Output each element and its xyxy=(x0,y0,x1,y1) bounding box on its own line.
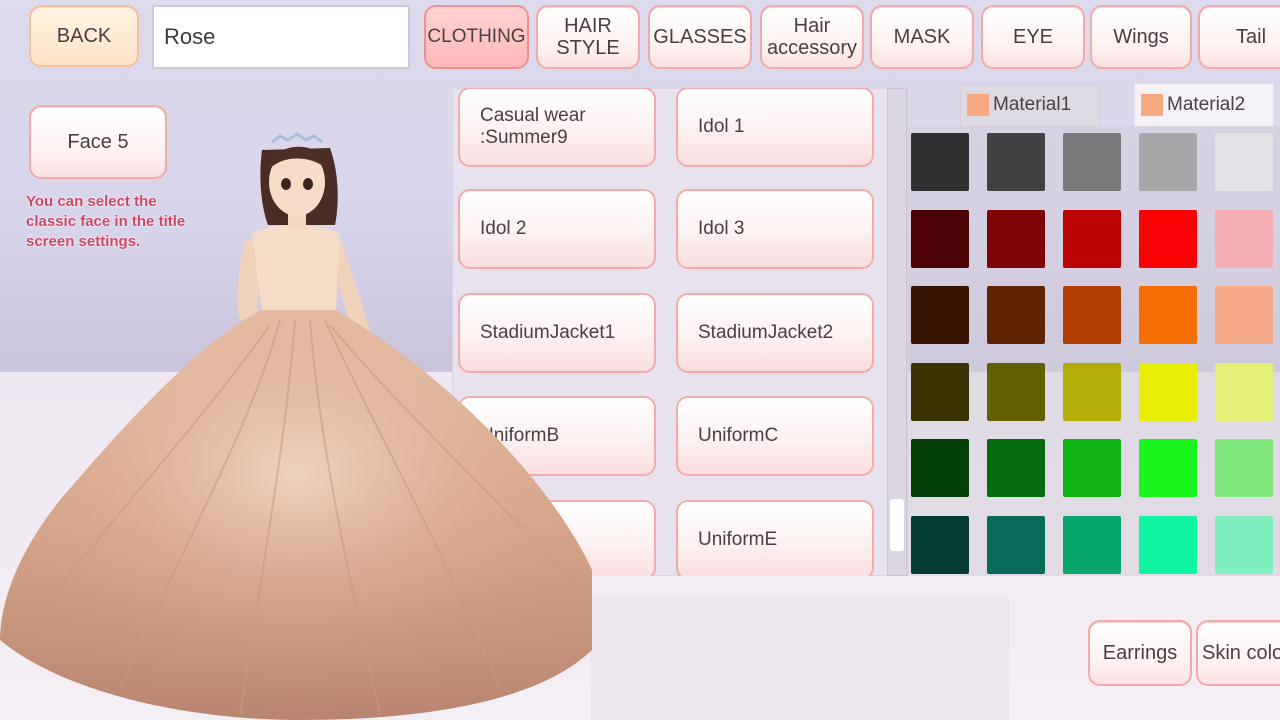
material-color-swatch xyxy=(967,94,989,116)
color-swatch[interactable] xyxy=(1215,133,1273,191)
material1-tab[interactable]: Material1 xyxy=(960,83,1100,127)
color-swatch[interactable] xyxy=(911,209,969,268)
back-button[interactable]: BACK xyxy=(29,5,139,67)
color-swatch[interactable] xyxy=(1215,439,1273,497)
tab-mask[interactable]: MASK xyxy=(870,5,974,69)
tiara-icon xyxy=(271,132,323,144)
color-swatch[interactable] xyxy=(1215,515,1273,574)
earrings-button[interactable]: Earrings xyxy=(1088,620,1192,686)
floor-panel xyxy=(590,598,1010,720)
color-swatch[interactable] xyxy=(1139,133,1197,191)
clothing-item[interactable]: Idol 3 xyxy=(676,189,874,269)
color-swatch[interactable] xyxy=(911,515,969,574)
tab-glasses[interactable]: GLASSES xyxy=(648,5,752,69)
color-swatch[interactable] xyxy=(1139,515,1197,574)
tab-hair-style[interactable]: HAIR STYLE xyxy=(536,5,640,69)
color-swatch[interactable] xyxy=(987,515,1045,574)
right-eye xyxy=(303,178,313,190)
skirt-sparkle xyxy=(0,310,592,720)
color-swatch[interactable] xyxy=(911,439,969,497)
skin-color-button[interactable]: Skin color xyxy=(1196,620,1280,686)
color-swatch[interactable] xyxy=(987,286,1045,344)
scrollbar-thumb[interactable] xyxy=(890,499,904,551)
color-swatch[interactable] xyxy=(911,286,969,344)
color-palette-panel xyxy=(908,126,1280,576)
tab-hair-accessory[interactable]: Hair accessory xyxy=(760,5,864,69)
color-swatch[interactable] xyxy=(1063,515,1121,574)
bodice xyxy=(252,225,340,312)
material2-label: Material2 xyxy=(1167,94,1246,115)
tab-tail[interactable]: Tail xyxy=(1198,5,1280,69)
color-swatch[interactable] xyxy=(1215,286,1273,344)
material2-tab[interactable]: Material2 xyxy=(1134,83,1274,127)
tab-wings[interactable]: Wings xyxy=(1090,5,1192,69)
color-swatch[interactable] xyxy=(987,439,1045,497)
color-swatch[interactable] xyxy=(1139,439,1197,497)
color-swatch[interactable] xyxy=(1215,362,1273,421)
character-name-input[interactable] xyxy=(152,5,410,69)
tab-clothing[interactable]: CLOTHING xyxy=(424,5,529,69)
color-swatch[interactable] xyxy=(1063,209,1121,268)
color-swatch[interactable] xyxy=(1139,286,1197,344)
clothing-list-scrollbar[interactable] xyxy=(887,88,907,576)
color-swatch[interactable] xyxy=(987,133,1045,191)
color-swatch[interactable] xyxy=(1063,133,1121,191)
clothing-item[interactable]: StadiumJacket2 xyxy=(676,293,874,373)
color-swatch[interactable] xyxy=(987,362,1045,421)
color-swatch[interactable] xyxy=(911,362,969,421)
clothing-item[interactable]: Idol 1 xyxy=(676,88,874,167)
tab-eye[interactable]: EYE xyxy=(981,5,1085,69)
color-swatch[interactable] xyxy=(1063,362,1121,421)
clothing-item[interactable]: UniformE xyxy=(676,500,874,576)
color-swatch[interactable] xyxy=(1063,286,1121,344)
clothing-item[interactable]: UniformC xyxy=(676,396,874,476)
color-swatch[interactable] xyxy=(1139,362,1197,421)
color-swatch[interactable] xyxy=(1215,209,1273,268)
left-eye xyxy=(281,178,291,190)
color-swatch[interactable] xyxy=(1063,439,1121,497)
character-model xyxy=(0,132,592,720)
color-swatch[interactable] xyxy=(911,133,969,191)
material-color-swatch xyxy=(1141,94,1163,116)
material1-label: Material1 xyxy=(993,94,1072,115)
color-swatch[interactable] xyxy=(987,209,1045,268)
color-swatch[interactable] xyxy=(1139,209,1197,268)
